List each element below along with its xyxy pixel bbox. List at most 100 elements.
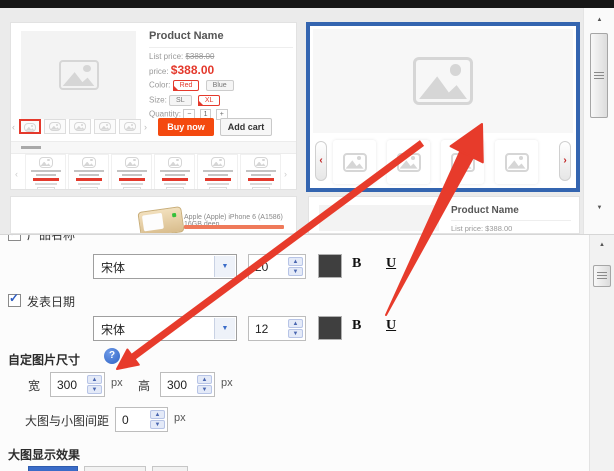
size-row: Size: SL XL: [149, 95, 224, 106]
price-row: price: $388.00: [149, 63, 214, 77]
product-name-label: 产品名称: [27, 234, 75, 243]
custom-image-size-label: 自定图片尺寸: [8, 351, 80, 368]
height-input[interactable]: [163, 375, 195, 394]
effect-option-selected[interactable]: [28, 466, 78, 471]
product-card-preview-2[interactable]: Product Name List price: $388.00: [308, 196, 580, 234]
related-product-card[interactable]: [197, 154, 238, 190]
spin-up-icon[interactable]: ▲: [150, 410, 165, 419]
gallery-thumbnail[interactable]: [441, 140, 484, 184]
gallery-prev-button[interactable]: ‹: [315, 141, 327, 181]
main-product-image-placeholder: [21, 31, 136, 119]
width-px-unit: px: [111, 377, 123, 389]
related-product-card[interactable]: [154, 154, 195, 190]
spin-down-icon[interactable]: ▼: [288, 329, 303, 338]
height-stepper[interactable]: ▲ ▼: [160, 372, 215, 397]
product-card-preview[interactable]: Product Name List price: $388.00 price: …: [10, 22, 297, 190]
effect-option[interactable]: [84, 466, 146, 471]
image-placeholder-icon: [59, 60, 99, 90]
chevron-down-icon[interactable]: ▼: [214, 318, 235, 339]
scroll-up-icon[interactable]: ▲: [590, 242, 614, 248]
related-product-card[interactable]: [68, 154, 109, 190]
underline-button-2[interactable]: U: [386, 318, 396, 334]
settings-scrollbar[interactable]: ▲: [589, 235, 614, 471]
spin-up-icon[interactable]: ▲: [197, 375, 212, 384]
size-option-xl[interactable]: XL: [198, 95, 221, 106]
settings-panel: ✓ 产品名称 宋体 ▼ ▲ ▼ B U ✓ 发表日期 宋体 ▼ ▲ ▼ B U …: [0, 234, 614, 471]
carousel-next-icon[interactable]: ›: [284, 169, 287, 179]
selected-gallery-widget[interactable]: ‹ ›: [306, 22, 580, 192]
gallery-thumbnail[interactable]: [387, 140, 430, 184]
publish-date-checkbox[interactable]: ✓: [8, 294, 21, 307]
color-option-blue[interactable]: Blue: [206, 80, 234, 91]
price-value: $388.00: [171, 63, 214, 77]
buy-now-button[interactable]: Buy now: [158, 118, 214, 136]
spin-down-icon[interactable]: ▼: [288, 267, 303, 276]
width-input[interactable]: [53, 375, 85, 394]
font-size-stepper-1[interactable]: ▲ ▼: [248, 254, 306, 279]
color-option-red[interactable]: Red: [173, 80, 200, 91]
thumbnail[interactable]: [119, 119, 141, 134]
help-icon[interactable]: ?: [104, 348, 120, 364]
image-gap-stepper[interactable]: ▲ ▼: [115, 407, 168, 432]
publish-date-label: 发表日期: [27, 293, 75, 310]
template-preview-region: Product Name List price: $388.00 price: …: [0, 8, 614, 234]
font-color-swatch-2[interactable]: [318, 316, 342, 340]
thumbnail[interactable]: [69, 119, 91, 134]
width-label: 宽: [28, 377, 40, 394]
spin-down-icon[interactable]: ▼: [87, 385, 102, 394]
spin-up-icon[interactable]: ▲: [87, 375, 102, 384]
thumbnail[interactable]: [44, 119, 66, 134]
spin-down-icon[interactable]: ▼: [197, 385, 212, 394]
check-icon: ✓: [9, 291, 19, 305]
thumb-prev-icon[interactable]: ‹: [12, 122, 15, 132]
scrollbar-thumb[interactable]: [590, 33, 608, 118]
large-image-area: [313, 29, 573, 133]
scrollbar-thumb[interactable]: [593, 265, 611, 287]
thumb-next-icon[interactable]: ›: [144, 122, 147, 132]
bold-button-1[interactable]: B: [352, 256, 361, 272]
carousel-prev-icon[interactable]: ‹: [15, 169, 18, 179]
font-size-input-1[interactable]: [251, 257, 283, 276]
gallery-next-button[interactable]: ›: [559, 141, 571, 181]
height-label: 高: [138, 377, 150, 394]
spin-up-icon[interactable]: ▲: [288, 319, 303, 328]
chevron-down-icon[interactable]: ▼: [214, 256, 235, 277]
height-px-unit: px: [221, 377, 233, 389]
effect-option[interactable]: [152, 466, 188, 471]
bold-button-2[interactable]: B: [352, 318, 361, 334]
thumbnail-selected[interactable]: [19, 119, 41, 134]
image-gap-label: 大图与小图间距: [25, 412, 109, 429]
image-gap-input[interactable]: [118, 410, 150, 429]
gallery-thumbnail[interactable]: [333, 140, 376, 184]
product-image-placeholder: [319, 205, 439, 231]
font-family-select-2[interactable]: 宋体 ▼: [93, 316, 237, 341]
font-color-swatch-1[interactable]: [318, 254, 342, 278]
product-name-checkbox[interactable]: ✓: [8, 234, 21, 241]
iphone-listing-preview[interactable]: Apple (Apple) iPhone 6 (A1586) 16GB deep: [10, 196, 297, 234]
font-size-input-2[interactable]: [251, 319, 283, 338]
font-family-select-1[interactable]: 宋体 ▼: [93, 254, 237, 279]
color-row: Color: Red Blue: [149, 80, 238, 91]
image-placeholder-icon: [413, 57, 473, 105]
add-cart-button[interactable]: Add cart: [220, 118, 272, 136]
related-product-card[interactable]: [111, 154, 152, 190]
gallery-thumb-strip: ‹ ›: [313, 139, 573, 185]
gap-px-unit: px: [174, 412, 186, 424]
list-price-row: List price: $388.00: [149, 52, 214, 61]
scroll-down-icon[interactable]: ▼: [584, 205, 614, 211]
scroll-up-icon[interactable]: ▲: [584, 17, 614, 23]
related-product-card[interactable]: [25, 154, 66, 190]
size-option-sl[interactable]: SL: [169, 95, 192, 106]
underline-button-1[interactable]: U: [386, 256, 396, 272]
top-dark-bar: [0, 0, 614, 8]
related-products-header: [11, 141, 296, 154]
product-title: Product Name: [451, 205, 571, 221]
gallery-thumbnail[interactable]: [495, 140, 538, 184]
spin-down-icon[interactable]: ▼: [150, 420, 165, 429]
thumbnail[interactable]: [94, 119, 116, 134]
related-product-card[interactable]: [240, 154, 281, 190]
spin-up-icon[interactable]: ▲: [288, 257, 303, 266]
width-stepper[interactable]: ▲ ▼: [50, 372, 105, 397]
preview-scrollbar[interactable]: ▲ ▼: [583, 8, 614, 234]
font-size-stepper-2[interactable]: ▲ ▼: [248, 316, 306, 341]
